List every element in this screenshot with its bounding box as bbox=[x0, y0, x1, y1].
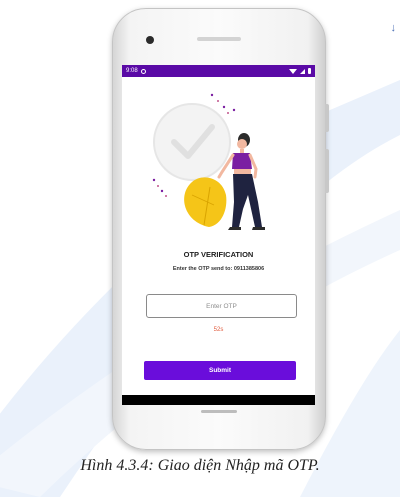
woman-with-check-icon bbox=[152, 93, 265, 230]
arrow-down-icon: ↓ bbox=[390, 22, 397, 34]
navigation-bar bbox=[122, 395, 315, 405]
phone-screen: 9:08 OTP VERIFICATION Enter the OTP send… bbox=[122, 65, 315, 405]
volume-button bbox=[325, 104, 329, 132]
otp-title: OTP VERIFICATION bbox=[183, 250, 254, 259]
battery-icon bbox=[308, 68, 311, 74]
home-indicator bbox=[201, 410, 237, 413]
otp-input[interactable] bbox=[146, 294, 297, 318]
signal-icon bbox=[300, 68, 305, 74]
otp-phone-subtitle: Enter the OTP send to: 0911385806 bbox=[172, 266, 265, 272]
front-camera bbox=[146, 36, 154, 44]
submit-button[interactable]: Submit bbox=[144, 361, 296, 380]
google-notification-icon bbox=[140, 68, 146, 74]
power-button bbox=[325, 149, 329, 193]
status-bar: 9:08 bbox=[122, 65, 315, 77]
wifi-icon bbox=[289, 68, 297, 74]
figure-caption: Hình 4.3.4: Giao diện Nhập mã OTP. bbox=[80, 457, 320, 474]
otp-countdown-timer: 52s bbox=[213, 327, 224, 333]
status-time: 9:08 bbox=[126, 68, 138, 74]
phone-frame: 9:08 OTP VERIFICATION Enter the OTP send… bbox=[112, 8, 329, 450]
speaker-grille bbox=[197, 37, 241, 41]
